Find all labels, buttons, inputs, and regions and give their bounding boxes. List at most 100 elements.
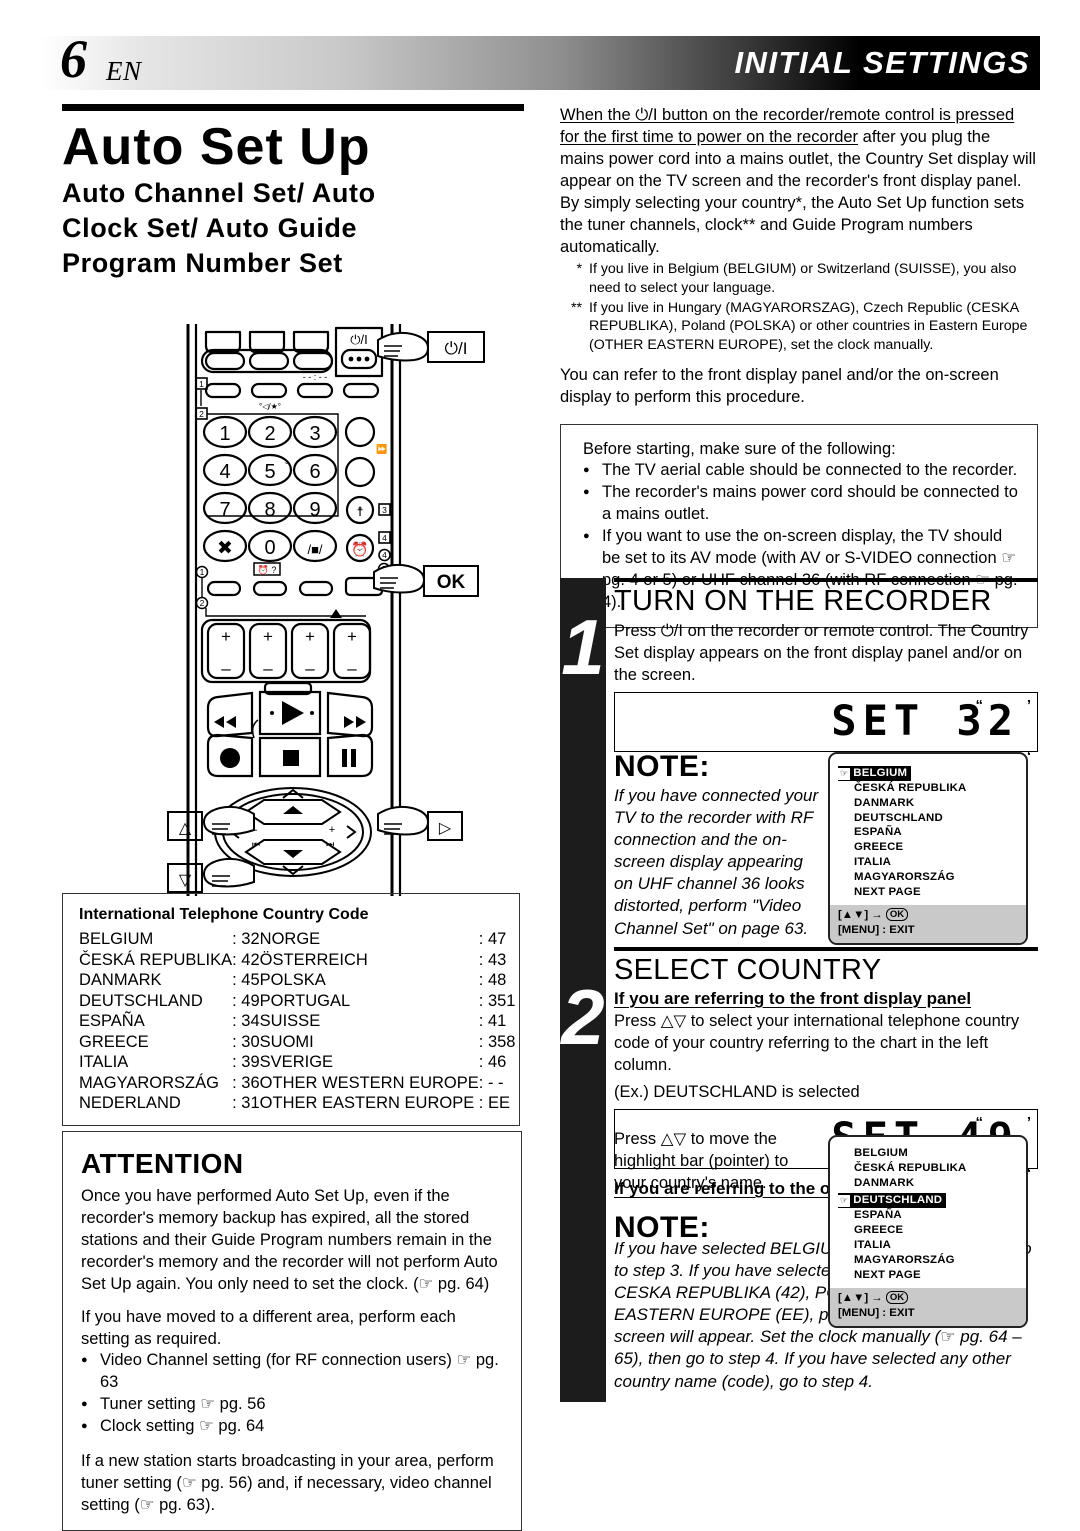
table-cell: ESPAÑA (79, 1012, 145, 1030)
tv-menu-2-hint-exit: [MENU] : EXIT (838, 1307, 915, 1320)
svg-text:4: 4 (382, 533, 387, 543)
table-cell: DEUTSCHLAND (79, 991, 203, 1010)
svg-text:⏩: ⏩ (376, 443, 387, 454)
tv-menu-item[interactable]: NEXT PAGE (830, 1268, 1026, 1283)
tv-menu-item[interactable]: MAGYARORSZÁG (830, 1253, 1026, 1268)
intro-paragraph: When the ⏻/I button on the recorder/remo… (560, 104, 1038, 258)
svg-text:8: 8 (264, 499, 275, 521)
tv-menu-item[interactable]: NEXT PAGE (830, 885, 1026, 900)
svg-text:1: 1 (219, 423, 230, 445)
tv-menu-item[interactable]: ESPAÑA (830, 825, 1026, 840)
blink-mark-icon: ’ (1026, 697, 1031, 715)
tv-menu-1-hint-exit: [MENU] : EXIT (838, 924, 915, 937)
tv-menu-item[interactable]: ITALIA (830, 855, 1026, 870)
step-1-rule (614, 578, 1038, 582)
hand-pointer-up (202, 805, 255, 836)
table-cell: NEDERLAND (79, 1094, 181, 1112)
tv-menu-1-list[interactable]: ☞ BELGIUM ČESKÁ REPUBLIKA DANMARK DEUTSCHLAN… (830, 754, 1026, 905)
tv-menu-2-list[interactable]: BELGIUM ČESKÁ REPUBLIKA DANMARK ☞ DEUTSCHLAN… (830, 1137, 1026, 1288)
table-row: DEUTSCHLAND: 49 PORTUGAL: 351 (79, 992, 515, 1013)
callout-up-label: △ (179, 820, 192, 837)
blink-mark-icon: ’ (1026, 1114, 1031, 1132)
tv-menu-2[interactable]: BELGIUM ČESKÁ REPUBLIKA DANMARK ☞ DEUTSCHLAN… (828, 1135, 1028, 1329)
tv-menu-item[interactable]: ČESKÁ REPUBLIKA (830, 1161, 1026, 1176)
tv-menu-item[interactable]: DANMARK (830, 796, 1026, 811)
table-cell: : 46 (478, 1053, 507, 1071)
table-cell: SUISSE (259, 1012, 321, 1030)
step-1-number: 1 (561, 603, 605, 691)
table-cell: : 39 (232, 1053, 260, 1071)
table-cell: NORGE (259, 930, 321, 948)
svg-text:2: 2 (200, 598, 205, 608)
svg-text:⏰: ⏰ (351, 540, 368, 558)
callout-power-label: ⏻/I (445, 339, 468, 358)
table-cell: DANMARK (79, 971, 162, 989)
svg-text:–: – (263, 659, 273, 678)
step-2-example: (Ex.) DEUTSCHLAND is selected (614, 1083, 860, 1102)
tv-menu-item[interactable]: DANMARK (830, 1176, 1026, 1191)
step-2-body-2: Press △▽ to move the highlight bar (poin… (614, 1130, 789, 1193)
table-row: GREECE: 30 SUOMI: 358 (79, 1033, 515, 1054)
tv-menu-item[interactable]: ☞ DEUTSCHLAND (838, 1193, 947, 1209)
attention-paragraph-2: If you have moved to a different area, p… (81, 1308, 456, 1349)
table-cell: : 49 (232, 991, 260, 1010)
left-column: Auto Set Up Auto Channel Set/ Auto Clock… (62, 104, 524, 281)
tv-menu-item[interactable]: ☞ BELGIUM (838, 766, 912, 781)
tv-menu-1[interactable]: ☞ BELGIUM ČESKÁ REPUBLIKA DANMARK DEUTSCHLAN… (828, 752, 1028, 946)
table-cell: PORTUGAL (259, 991, 351, 1010)
footnote-text: If you live in Hungary (MAGYARORSZAG), C… (589, 300, 1028, 353)
table-cell: : - - (478, 1073, 504, 1092)
table-cell: MAGYARORSZÁG (79, 1073, 219, 1092)
section-title: INITIAL SETTINGS (734, 45, 1030, 80)
svg-text:5: 5 (264, 461, 275, 483)
svg-text:+: + (305, 627, 315, 646)
country-code-table: BELGIUM: 32 NORGE: 47 ČESKÁ REPUBLIKA: 42 Ö… (79, 930, 515, 1115)
table-row: ČESKÁ REPUBLIKA: 42 ÖSTERREICH: 43 (79, 951, 515, 972)
tv-menu-item[interactable]: BELGIUM (830, 1146, 1026, 1161)
attention-box: ATTENTION Once you have performed Auto S… (62, 1131, 522, 1531)
tv-menu-item[interactable]: GREECE (830, 840, 1026, 855)
tv-menu-item[interactable]: DEUTSCHLAND (830, 811, 1026, 826)
tv-menu-item[interactable]: MAGYARORSZÁG (830, 870, 1026, 885)
svg-text:- - : - -: - - : - - (303, 372, 328, 382)
tv-menu-item[interactable]: GREECE (830, 1223, 1026, 1238)
footnote-2: ** If you live in Hungary (MAGYARORSZAG)… (560, 299, 1038, 354)
remote-control-svg: ⏻/I - - : - - °◁/★° 1 2 1 2 3 4 5 6 7 8 … (167, 324, 485, 896)
step-2-number: 2 (561, 973, 605, 1061)
tv-menu-item-wrap: ☞ BELGIUM (830, 763, 1026, 781)
table-cell: ÖSTERREICH (259, 950, 368, 969)
tv-menu-item[interactable]: ČESKÁ REPUBLIKA (830, 781, 1026, 796)
intro-rest-part: after you plug the mains power cord into… (560, 128, 1036, 257)
table-cell: : 42 (232, 950, 260, 969)
table-row: MAGYARORSZÁG: 36 OTHER WESTERN EUROPE: - … (79, 1074, 515, 1095)
table-cell: POLSKA (259, 971, 326, 989)
footnote-marker: * (576, 261, 582, 278)
tv-menu-1-footer: [▲▼] → OK [MENU] : EXIT (830, 904, 1026, 944)
tv-menu-item-wrap: ☞ DEUTSCHLAND (830, 1190, 1026, 1209)
pointer-icon: ☞ (838, 768, 851, 780)
table-cell: SUOMI (259, 1032, 314, 1051)
title-rule (62, 104, 524, 111)
callout-right-label: ▷ (439, 820, 452, 837)
svg-text:+: + (347, 627, 357, 646)
page-number: 6 (60, 29, 87, 89)
svg-text:3: 3 (309, 423, 320, 445)
table-cell: OTHER EASTERN EUROPE (259, 1094, 475, 1112)
subtitle-line-3: Program Number Set (62, 248, 343, 279)
tv-menu-item[interactable]: ESPAÑA (830, 1208, 1026, 1223)
attention-bullet: Clock setting ☞ pg. 64 (81, 1416, 507, 1438)
svg-text:1: 1 (199, 379, 204, 389)
svg-text:2: 2 (264, 423, 275, 445)
tv-menu-item[interactable]: ITALIA (830, 1238, 1026, 1253)
callout-ok-label: OK (437, 572, 466, 593)
step-1-note-body: If you have connected your TV to the rec… (614, 786, 819, 938)
footnote-marker: ** (570, 300, 582, 317)
page-title: Auto Set Up (62, 118, 371, 176)
table-row: ITALIA: 39 SVERIGE: 46 (79, 1053, 515, 1074)
attention-bullet: Video Channel setting (for RF connection… (81, 1350, 507, 1394)
svg-text:°◁/★°: °◁/★° (259, 402, 281, 411)
step-1-body: Press ⏻/I on the recorder or remote cont… (614, 622, 1029, 685)
svg-text:1: 1 (200, 567, 205, 577)
page-header: 6 EN INITIAL SETTINGS (40, 32, 1040, 90)
table-cell: : EE (478, 1094, 510, 1112)
